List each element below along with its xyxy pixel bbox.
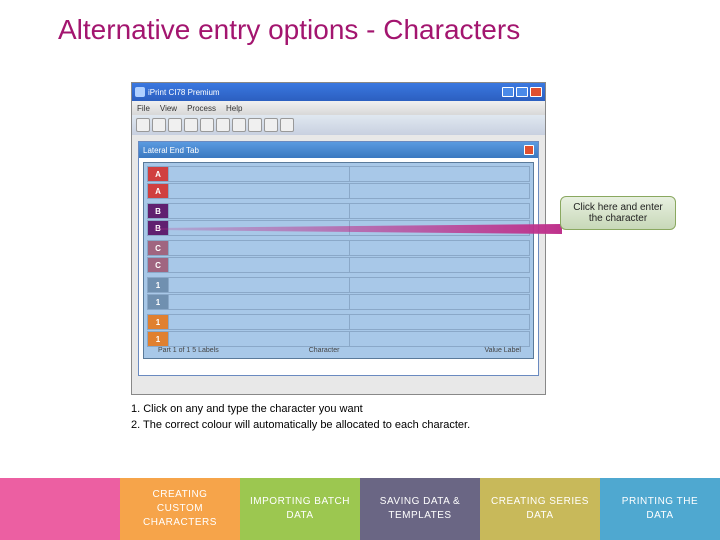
close-icon[interactable] bbox=[530, 87, 542, 97]
app-screenshot: iPrint CI78 Premium File View Process He… bbox=[131, 82, 546, 395]
menu-file[interactable]: File bbox=[137, 104, 150, 113]
table-row: 1 1 bbox=[147, 277, 530, 311]
toolbar-button[interactable] bbox=[248, 118, 262, 132]
panel-close-icon[interactable] bbox=[524, 145, 534, 155]
menu-help[interactable]: Help bbox=[226, 104, 242, 113]
app-icon bbox=[135, 87, 145, 97]
footer-right: Value Label bbox=[484, 347, 520, 354]
character-cell[interactable] bbox=[169, 241, 349, 255]
toolbar-button[interactable] bbox=[184, 118, 198, 132]
menu-bar: File View Process Help bbox=[132, 101, 545, 115]
instruction-item: 1. Click on any and type the character y… bbox=[131, 402, 470, 418]
value-cell[interactable] bbox=[350, 167, 530, 181]
toolbar-button[interactable] bbox=[168, 118, 182, 132]
row-tab[interactable]: 1 bbox=[148, 295, 169, 309]
toolbar-button[interactable] bbox=[232, 118, 246, 132]
value-cell[interactable] bbox=[350, 332, 530, 346]
maximize-icon[interactable] bbox=[516, 87, 528, 97]
footer-left: Part 1 of 1 5 Labels bbox=[158, 347, 219, 354]
value-cell[interactable] bbox=[350, 204, 530, 218]
window-title: iPrint CI78 Premium bbox=[148, 88, 499, 97]
callout-pointer bbox=[154, 224, 562, 234]
value-cell[interactable] bbox=[350, 258, 530, 272]
window-titlebar: iPrint CI78 Premium bbox=[132, 83, 545, 101]
row-tab[interactable]: B bbox=[148, 204, 169, 218]
table-row: A A bbox=[147, 166, 530, 200]
table-row: 1 1 bbox=[147, 314, 530, 348]
instruction-list: 1. Click on any and type the character y… bbox=[131, 402, 470, 434]
toolbar-button[interactable] bbox=[152, 118, 166, 132]
value-cell[interactable] bbox=[350, 184, 530, 198]
nav-printing[interactable]: PRINTING THE DATA bbox=[600, 478, 720, 540]
row-tab[interactable]: 1 bbox=[148, 332, 169, 346]
character-cell[interactable] bbox=[169, 278, 349, 292]
row-tab[interactable]: 1 bbox=[148, 315, 169, 329]
toolbar bbox=[132, 115, 545, 135]
toolbar-button[interactable] bbox=[264, 118, 278, 132]
row-tab[interactable]: C bbox=[148, 258, 169, 272]
value-cell[interactable] bbox=[350, 315, 530, 329]
footer-mid: Character bbox=[309, 347, 340, 354]
menu-process[interactable]: Process bbox=[187, 104, 216, 113]
toolbar-button[interactable] bbox=[200, 118, 214, 132]
nav-saving-data[interactable]: SAVING DATA & TEMPLATES bbox=[360, 478, 480, 540]
nav-creating-characters[interactable]: CREATING CUSTOM CHARACTERS bbox=[120, 478, 240, 540]
character-cell[interactable] bbox=[169, 204, 349, 218]
row-tab[interactable]: C bbox=[148, 241, 169, 255]
nav-importing-batch[interactable]: IMPORTING BATCH DATA bbox=[240, 478, 360, 540]
row-tab[interactable]: A bbox=[148, 167, 169, 181]
row-tab[interactable]: 1 bbox=[148, 278, 169, 292]
toolbar-button[interactable] bbox=[280, 118, 294, 132]
page-title: Alternative entry options - Characters bbox=[0, 0, 720, 46]
character-cell[interactable] bbox=[169, 332, 349, 346]
table-row: C C bbox=[147, 240, 530, 274]
character-cell[interactable] bbox=[169, 295, 349, 309]
toolbar-button[interactable] bbox=[216, 118, 230, 132]
nav-accent bbox=[0, 478, 120, 540]
panel-titlebar: Lateral End Tab bbox=[139, 142, 538, 158]
label-grid: A A B B C C 1 1 1 1 Part 1 of 1 5 Labels bbox=[143, 162, 534, 359]
pointer-arrow-icon bbox=[154, 224, 562, 234]
value-cell[interactable] bbox=[350, 241, 530, 255]
panel-footer: Part 1 of 1 5 Labels Character Value Lab… bbox=[148, 345, 529, 356]
character-cell[interactable] bbox=[169, 315, 349, 329]
nav-creating-series[interactable]: CREATING SERIES DATA bbox=[480, 478, 600, 540]
character-cell[interactable] bbox=[169, 184, 349, 198]
minimize-icon[interactable] bbox=[502, 87, 514, 97]
value-cell[interactable] bbox=[350, 278, 530, 292]
instruction-item: 2. The correct colour will automatically… bbox=[131, 418, 470, 434]
panel-title: Lateral End Tab bbox=[143, 146, 199, 155]
character-cell[interactable] bbox=[169, 258, 349, 272]
bottom-nav: CREATING CUSTOM CHARACTERS IMPORTING BAT… bbox=[0, 478, 720, 540]
callout-tooltip: Click here and enter the character bbox=[560, 196, 676, 230]
content-panel: Lateral End Tab A A B B C C 1 1 1 1 bbox=[138, 141, 539, 376]
row-tab[interactable]: A bbox=[148, 184, 169, 198]
value-cell[interactable] bbox=[350, 295, 530, 309]
toolbar-button[interactable] bbox=[136, 118, 150, 132]
character-cell[interactable] bbox=[169, 167, 349, 181]
menu-view[interactable]: View bbox=[160, 104, 177, 113]
